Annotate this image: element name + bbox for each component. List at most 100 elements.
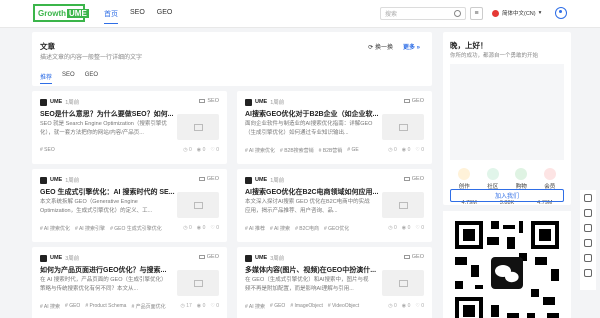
article-tag[interactable]: # B2B营销	[319, 147, 343, 154]
article-tag[interactable]: # B2B搜索营销	[280, 147, 314, 154]
back-to-top-icon[interactable]	[584, 269, 592, 277]
comment-count: ◷ 0	[388, 303, 397, 309]
folder-icon	[403, 255, 410, 259]
quick-shop-button[interactable]: 购物	[515, 168, 528, 190]
search-input[interactable]: 搜索	[380, 7, 466, 20]
article-tag[interactable]: # GEO	[65, 303, 80, 310]
article-tag[interactable]: # GE	[347, 147, 358, 154]
stat-number: 0	[394, 225, 397, 231]
qr-code-card	[443, 211, 571, 318]
tab-seo[interactable]: SEO	[62, 72, 75, 84]
article-tag[interactable]: # ImageObject	[290, 303, 323, 310]
phone-icon[interactable]	[584, 254, 592, 262]
tag-label: AI 搜索	[273, 226, 291, 232]
share-icon[interactable]	[584, 239, 592, 247]
article-thumbnail[interactable]	[382, 114, 424, 140]
article-tag[interactable]: # SEO	[40, 147, 55, 153]
nav-home[interactable]: 首页	[104, 9, 118, 24]
article-thumbnail[interactable]	[382, 192, 424, 218]
page-subtitle: 描述文章的内容一般整一行详细的文字	[40, 55, 143, 61]
language-selector[interactable]: 简体中文(CN) ▾	[492, 9, 541, 17]
stat-number: 0	[216, 147, 219, 153]
image-icon	[193, 123, 203, 131]
chevron-down-icon: ▾	[538, 10, 542, 16]
article-thumbnail[interactable]	[382, 270, 424, 296]
stat-number: 0	[421, 303, 424, 309]
refresh-label: 换一换	[374, 45, 393, 51]
stat-number: 0	[421, 147, 424, 153]
category-label: GEO	[411, 176, 424, 182]
user-icon[interactable]	[555, 7, 567, 19]
quick-create-button[interactable]: 创作	[458, 168, 471, 190]
article-thumbnail[interactable]	[177, 114, 219, 140]
qr-code	[451, 217, 563, 318]
category-badge: GEO	[403, 98, 424, 104]
article-card[interactable]: UME 3周前 GEO 如何为产品页面进行GEO优化？与搜索... 在 AI 搜索时代，…	[32, 247, 227, 318]
refresh-button[interactable]: ⟳ 换一换	[368, 42, 393, 51]
article-thumbnail[interactable]	[177, 192, 219, 218]
article-card[interactable]: UME 1周前 SEO SEO是什么意思？为什么要做SEO？如何... SEO 就是 S…	[32, 91, 227, 164]
article-card[interactable]: UME 1周前 GEO AI搜索GEO优化对于B2B企业（如企业软... 面向企业软件与…	[237, 91, 432, 164]
article-stats: ◷ 0 ◉ 0 ♡ 0	[183, 147, 219, 153]
article-card[interactable]: UME 3周前 GEO 多媒体内容(图片、视频)在GEO中扮演什... 在 GEO（生成…	[237, 247, 432, 318]
chat-icon[interactable]	[584, 194, 592, 202]
author-name: UME	[255, 99, 268, 105]
article-tag[interactable]: # Product Schema	[85, 303, 126, 310]
article-tag[interactable]: # GEO优化	[324, 225, 349, 232]
more-button[interactable]: 更多 »	[403, 42, 420, 51]
article-excerpt: 本文深入探讨AI搜索 GEO 优化在B2C电商中的实战应用，揭示产品推荐、用户咨…	[245, 199, 370, 214]
article-tag[interactable]: # AI 搜索	[270, 225, 290, 232]
nav-seo[interactable]: SEO	[130, 9, 145, 24]
article-tags: # AI 搜索优化 # B2B搜索营销 # B2B营销 # GE	[245, 147, 359, 154]
nav-geo[interactable]: GEO	[157, 9, 173, 24]
article-tag[interactable]: # GEO 生成式引擎优化	[110, 225, 162, 232]
folder-icon	[198, 255, 205, 259]
article-title[interactable]: AI搜索GEO优化在B2C电商领域如何应用...	[245, 187, 385, 197]
article-tags: # AI 推荐 # AI 搜索 # B2C电商 # GEO优化	[245, 225, 349, 232]
tab-recommend[interactable]: 推荐	[40, 72, 53, 84]
article-title[interactable]: AI搜索GEO优化对于B2B企业（如企业软...	[245, 109, 385, 119]
article-tag[interactable]: # 产品页面优化	[131, 303, 165, 310]
article-title[interactable]: 多媒体内容(图片、视频)在GEO中扮演什...	[245, 265, 385, 275]
like-count: ♡ 0	[415, 147, 424, 153]
welcome-illustration	[450, 64, 564, 160]
article-tag[interactable]: # AI 搜索引擎	[75, 225, 105, 232]
articles-panel: 文章 描述文章的内容一般整一行详细的文字 ⟳ 换一换 更多 » 推荐 SEO G…	[32, 32, 432, 318]
article-excerpt: 在 AI 搜索时代，产品页面的 GEO（生成引擎优化）策略与传统搜索优化有何不同…	[40, 277, 167, 292]
article-tag[interactable]: # VideoObject	[328, 303, 359, 310]
author-name: UME	[50, 177, 63, 183]
article-title[interactable]: GEO 生成式引擎优化：AI 搜索时代的 SE...	[40, 187, 180, 197]
article-excerpt: 面向企业软件与制造业的AI搜索优化指南：详解GEO（生成引擎优化）如何通过专业知…	[245, 121, 373, 136]
article-thumbnail[interactable]	[177, 270, 219, 296]
quick-member-button[interactable]: 会员	[543, 168, 556, 190]
article-tag[interactable]: # AI 推荐	[245, 225, 265, 232]
article-tag[interactable]: # AI 搜索优化	[40, 225, 70, 232]
message-icon[interactable]	[584, 209, 592, 217]
stat-number: 0	[202, 303, 206, 309]
quick-community-button[interactable]: 社区	[486, 168, 499, 190]
tab-geo[interactable]: GEO	[85, 72, 98, 84]
avatar	[245, 98, 252, 106]
top-bar: Growth UME 首页 SEO GEO 搜索 ≡ 简体中文(CN) ▾	[0, 0, 600, 28]
article-tag[interactable]: # GEO	[270, 303, 285, 310]
article-tag[interactable]: # AI 搜索	[245, 303, 265, 310]
article-card[interactable]: UME 1周前 GEO AI搜索GEO优化在B2C电商领域如何应用... 本文深入探讨A…	[237, 169, 432, 242]
filter-icon[interactable]: ≡	[470, 7, 483, 20]
growth-ume-logo[interactable]: Growth UME	[33, 4, 89, 22]
cart-icon	[515, 168, 528, 180]
post-time: 3周前	[65, 256, 80, 262]
avatar	[40, 176, 47, 184]
stat-number: 0	[202, 225, 206, 231]
download-icon[interactable]	[584, 224, 592, 232]
article-title[interactable]: SEO是什么意思？为什么要做SEO？如何...	[40, 109, 180, 119]
article-tag[interactable]: # AI 搜索	[40, 303, 60, 310]
like-count: ♡ 0	[210, 147, 219, 153]
author-name: UME	[255, 177, 268, 183]
article-tag[interactable]: # B2C电商	[295, 225, 319, 232]
article-card[interactable]: UME 1周前 GEO GEO 生成式引擎优化：AI 搜索时代的 SE... 本文系统拆…	[32, 169, 227, 242]
join-us-button[interactable]: 加入我们	[450, 189, 564, 202]
avatar	[245, 176, 252, 184]
image-icon	[398, 123, 408, 131]
article-tag[interactable]: # AI 搜索优化	[245, 147, 275, 154]
article-title[interactable]: 如何为产品页面进行GEO优化？与搜索...	[40, 265, 180, 275]
